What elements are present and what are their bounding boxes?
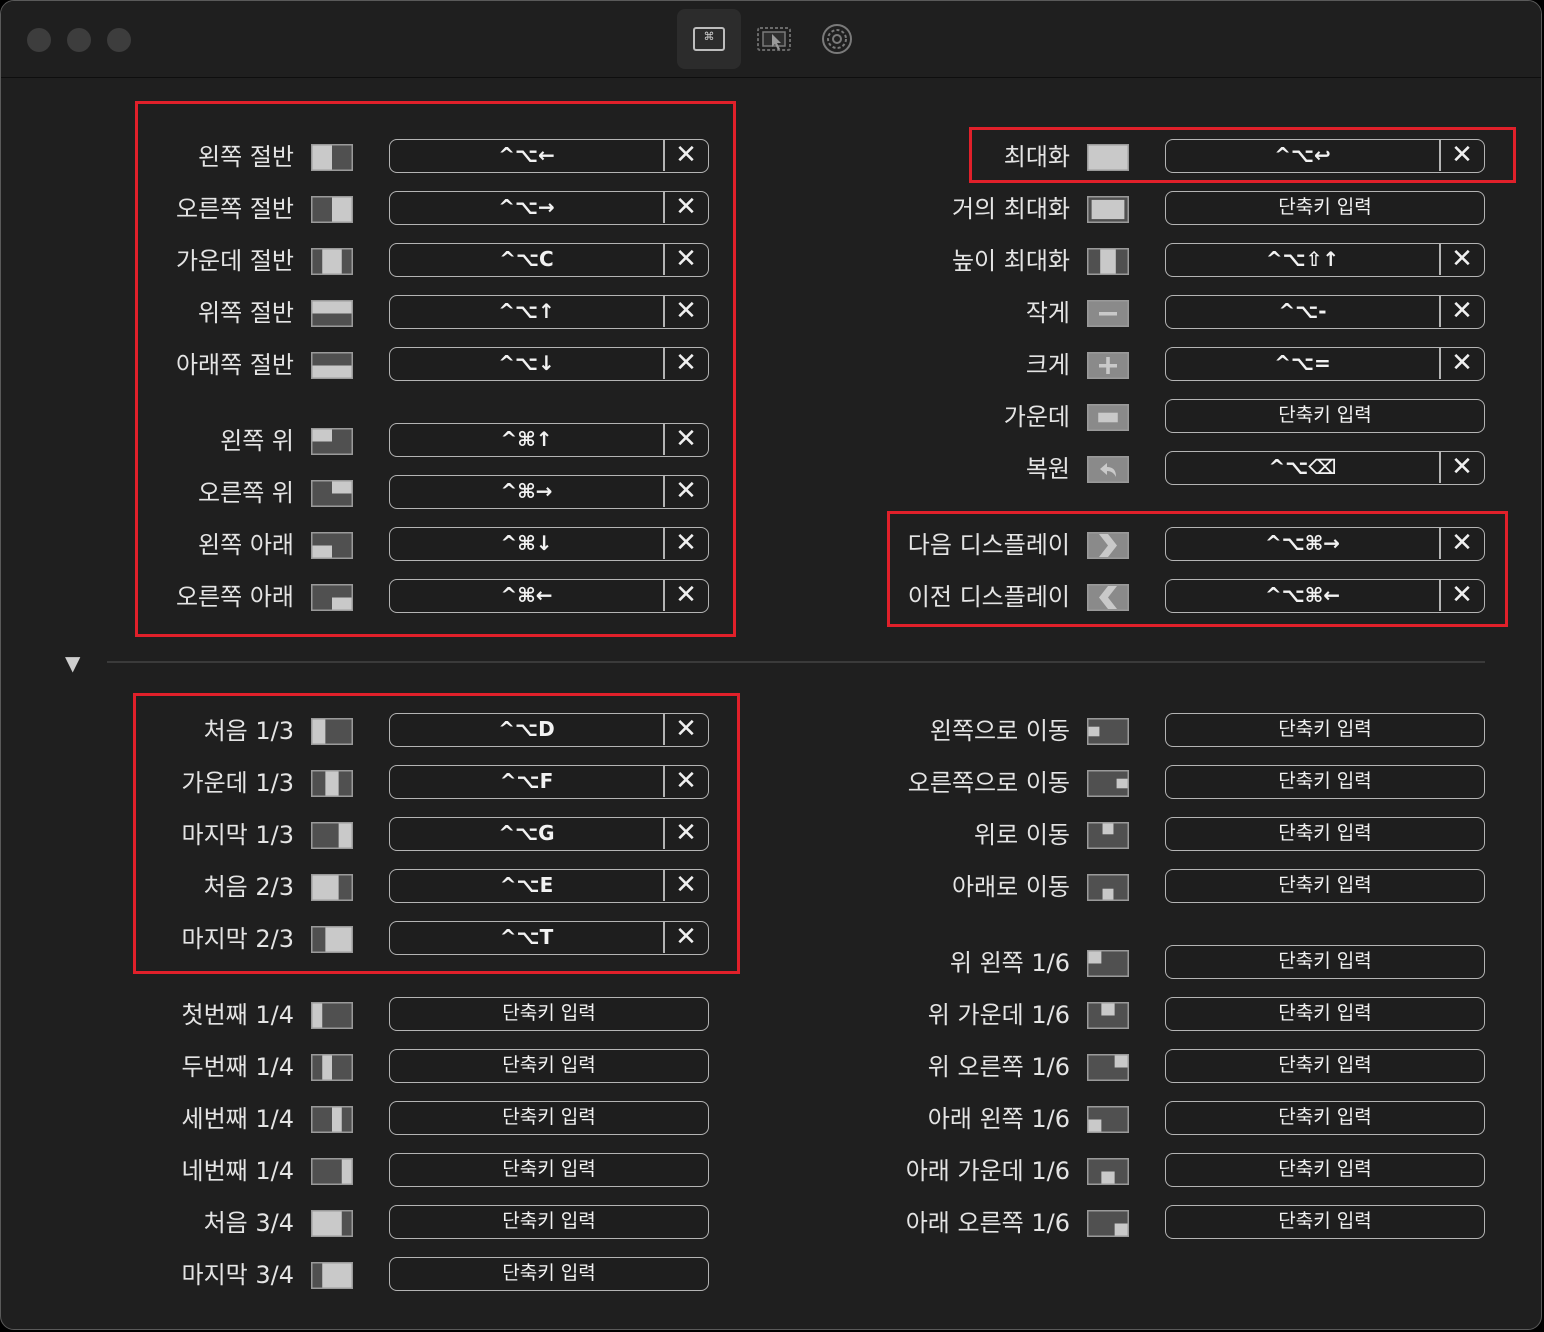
smaller-icon (1087, 300, 1129, 327)
shortcut-recorder-field[interactable]: 단축키 입력 (1165, 817, 1485, 851)
restore-icon (1087, 456, 1129, 483)
highlight-box-halves-and-corners (135, 101, 736, 637)
maximize-height-icon (1087, 248, 1129, 275)
shortcut-recorder-field[interactable]: ^⌥= ✕ (1165, 347, 1485, 381)
shortcut-recorder-field[interactable]: 단축키 입력 (1165, 1049, 1485, 1083)
shortcut-keys: ^⌥= (1274, 351, 1331, 375)
shortcut-recorder-field[interactable]: 단축키 입력 (1165, 997, 1485, 1031)
shortcut-label: 위 가운데 1/6 (927, 1001, 1070, 1029)
shortcut-placeholder: 단축키 입력 (1278, 874, 1372, 896)
section-divider (107, 661, 1485, 663)
center-icon (1087, 404, 1129, 431)
shortcut-placeholder: 단축키 입력 (1278, 1210, 1372, 1232)
shortcut-placeholder: 단축키 입력 (1278, 404, 1372, 426)
shortcut-placeholder: 단축키 입력 (1278, 950, 1372, 972)
shortcut-label: 아래 가운데 1/6 (905, 1157, 1070, 1185)
shortcut-placeholder: 단축키 입력 (1278, 1158, 1372, 1180)
highlight-box-displays (887, 511, 1508, 627)
top-left-sixth-icon (1087, 950, 1129, 977)
clear-shortcut-button[interactable]: ✕ (1440, 244, 1484, 275)
minimize-window-button[interactable] (67, 28, 91, 52)
clear-shortcut-button[interactable]: ✕ (1440, 296, 1484, 327)
bottom-right-sixth-icon (1087, 1210, 1129, 1237)
shortcut-recorder-field[interactable]: 단축키 입력 (1165, 1101, 1485, 1135)
bottom-left-sixth-icon (1087, 1106, 1129, 1133)
title-bar: ⌘ (1, 1, 1541, 78)
shortcut-placeholder: 단축키 입력 (1278, 1106, 1372, 1128)
shortcut-placeholder: 단축키 입력 (1278, 770, 1372, 792)
shortcut-row-top-center-sixth: 위 가운데 1/6 단축키 입력 (1, 997, 1485, 1033)
shortcut-recorder-field[interactable]: 단축키 입력 (1165, 765, 1485, 799)
cursor-window-icon (757, 27, 791, 51)
keyboard-shortcuts-tab[interactable]: ⌘ (677, 9, 741, 69)
shortcut-label: 아래 왼쪽 1/6 (927, 1105, 1070, 1133)
shortcut-placeholder: 단축키 입력 (1278, 718, 1372, 740)
highlight-box-thirds (133, 693, 740, 974)
last-three-fourths-icon (311, 1262, 353, 1289)
move-down-icon (1087, 874, 1129, 901)
shortcut-recorder-field[interactable]: 단축키 입력 (1165, 869, 1485, 903)
move-up-icon (1087, 822, 1129, 849)
almost-maximize-icon (1087, 196, 1129, 223)
gear-icon (822, 24, 852, 54)
move-left-icon (1087, 718, 1129, 745)
shortcut-recorder-field[interactable]: 단축키 입력 (1165, 1153, 1485, 1187)
shortcut-recorder-field[interactable]: 단축키 입력 (1165, 1205, 1485, 1239)
shortcut-recorder-field[interactable]: 단축키 입력 (1165, 191, 1485, 225)
clear-shortcut-button[interactable]: ✕ (1440, 452, 1484, 483)
shortcut-label: 위 오른쪽 1/6 (927, 1053, 1070, 1081)
shortcut-row-bottom-right-sixth: 아래 오른쪽 1/6 단축키 입력 (1, 1205, 1485, 1241)
top-right-sixth-icon (1087, 1054, 1129, 1081)
shortcut-recorder-field[interactable]: ^⌥⇧↑ ✕ (1165, 243, 1485, 277)
shortcut-row-last-three-fourths: 마지막 3/4 단축키 입력 (1, 1257, 709, 1293)
shortcut-label: 아래 오른쪽 1/6 (905, 1209, 1070, 1237)
expand-disclosure-icon[interactable]: ▼ (65, 653, 80, 673)
snap-areas-tab[interactable] (741, 9, 805, 69)
shortcut-row-top-right-sixth: 위 오른쪽 1/6 단축키 입력 (1, 1049, 1485, 1085)
shortcut-label: 마지막 3/4 (181, 1261, 295, 1289)
shortcut-keys: ^⌥⌫ (1268, 455, 1337, 479)
shortcut-recorder-field[interactable]: ^⌥- ✕ (1165, 295, 1485, 329)
shortcut-placeholder: 단축키 입력 (502, 1262, 596, 1284)
svg-text:⌘: ⌘ (704, 30, 715, 43)
command-key-window-icon: ⌘ (693, 27, 725, 51)
shortcut-keys: ^⌥- (1278, 299, 1327, 323)
shortcut-row-bottom-center-sixth: 아래 가운데 1/6 단축키 입력 (1, 1153, 1485, 1189)
shortcut-recorder-field[interactable]: 단축키 입력 (1165, 399, 1485, 433)
shortcut-recorder-field[interactable]: 단축키 입력 (1165, 713, 1485, 747)
clear-shortcut-button[interactable]: ✕ (1440, 348, 1484, 379)
shortcut-row-bottom-left-sixth: 아래 왼쪽 1/6 단축키 입력 (1, 1101, 1485, 1137)
general-settings-tab[interactable] (805, 9, 869, 69)
highlight-box-maximize (969, 127, 1516, 183)
settings-window: ⌘ 왼쪽 절반 ^⌥← ✕ 오른쪽 절반 ^⌥→ ✕ 가운데 절반 ^⌥C ✕ 위쪽 절반 ^⌥↑ ✕… (0, 0, 1542, 1330)
shortcut-placeholder: 단축키 입력 (1278, 1054, 1372, 1076)
bottom-center-sixth-icon (1087, 1158, 1129, 1185)
close-window-button[interactable] (27, 28, 51, 52)
shortcut-placeholder: 단축키 입력 (1278, 822, 1372, 844)
shortcut-recorder-field[interactable]: 단축키 입력 (389, 1257, 709, 1291)
shortcut-recorder-field[interactable]: ^⌥⌫ ✕ (1165, 451, 1485, 485)
shortcut-keys: ^⌥⇧↑ (1265, 247, 1340, 271)
larger-icon (1087, 352, 1129, 379)
shortcut-placeholder: 단축키 입력 (1278, 196, 1372, 218)
zoom-window-button[interactable] (107, 28, 131, 52)
shortcut-recorder-field[interactable]: 단축키 입력 (1165, 945, 1485, 979)
shortcut-placeholder: 단축키 입력 (1278, 1002, 1372, 1024)
top-center-sixth-icon (1087, 1002, 1129, 1029)
move-right-icon (1087, 770, 1129, 797)
